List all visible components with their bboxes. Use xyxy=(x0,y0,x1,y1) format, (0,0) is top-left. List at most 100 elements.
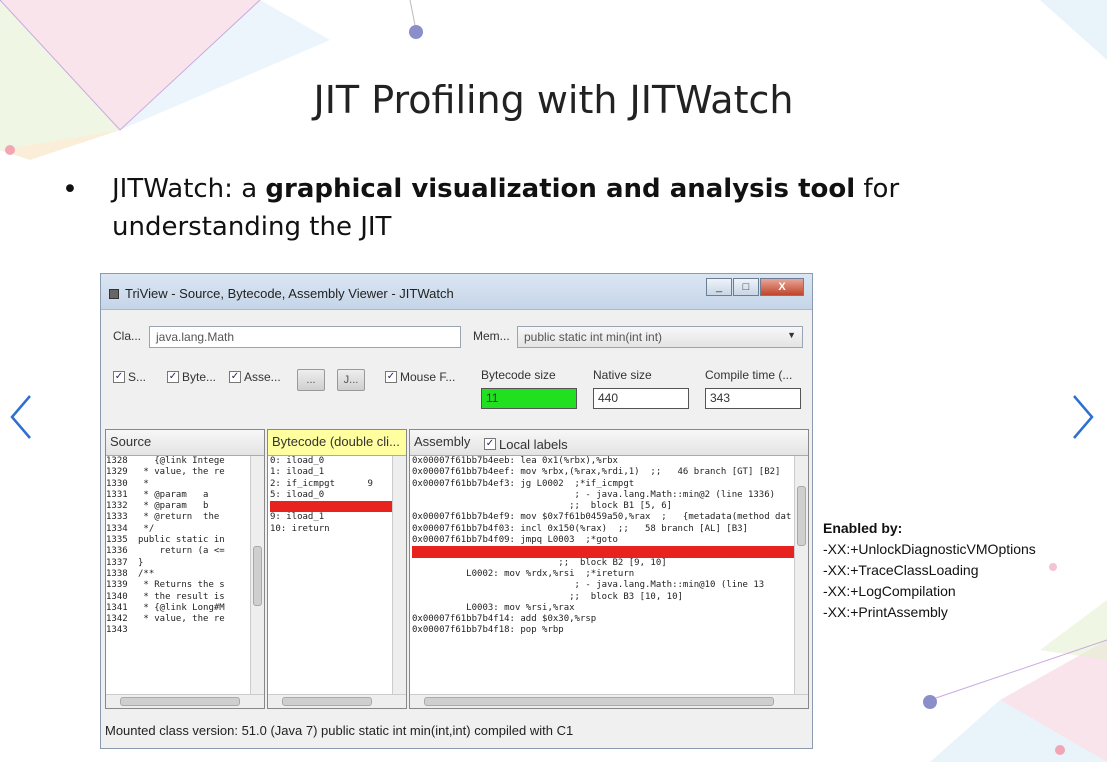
source-line[interactable]: * Returns the s xyxy=(138,580,250,591)
bytecode-line[interactable]: 1: iload_1 xyxy=(270,467,392,478)
source-pane[interactable]: Source 1328 1329 1330 1331 1332 1333 1334 1335 1… xyxy=(105,429,265,709)
class-field[interactable]: java.lang.Math xyxy=(149,326,461,348)
line-number[interactable]: 1338 xyxy=(106,569,134,580)
slide-title: JIT Profiling with JITWatch xyxy=(313,78,794,122)
close-button[interactable]: X xyxy=(760,278,804,296)
bytecode-pane[interactable]: Bytecode (double cli... 0: iload_0 1: ilo… xyxy=(267,429,407,709)
bytecode-vertical-scrollbar[interactable] xyxy=(392,456,406,694)
source-line[interactable]: * xyxy=(138,479,250,490)
window-title: TriView - Source, Bytecode, Assembly Vie… xyxy=(125,286,454,301)
native-size-value: 440 xyxy=(593,388,689,409)
app-icon xyxy=(109,289,119,299)
source-vertical-scrollbar[interactable] xyxy=(250,456,264,694)
assembly-line[interactable]: ; - java.lang.Math::min@10 (line 13 xyxy=(412,580,794,591)
bytecode-list[interactable]: 0: iload_0 1: iload_1 2: if_icmpgt 9 5: ilo… xyxy=(268,456,392,694)
assembly-pane[interactable]: Assembly ✓ Local labels 0x00007f61bb7b4e… xyxy=(409,429,809,709)
source-hscroll-thumb[interactable] xyxy=(120,697,240,706)
line-number[interactable]: 1339 xyxy=(106,580,134,591)
assembly-line[interactable]: ;; block B1 [5, 6] xyxy=(412,501,794,512)
line-number[interactable]: 1337 xyxy=(106,558,134,569)
source-line[interactable]: return (a <= xyxy=(138,546,250,557)
bytecode-line[interactable]: 10: ireturn xyxy=(270,524,392,535)
bytecode-line[interactable]: 0: iload_0 xyxy=(270,456,392,467)
checkbox-bytecode-box[interactable]: ✓ xyxy=(167,371,179,383)
assembly-line[interactable]: 0x00007f61bb7b4f18: pop %rbp xyxy=(412,625,794,636)
maximize-button[interactable]: □ xyxy=(733,278,759,296)
checkbox-mouse-follow-box[interactable]: ✓ xyxy=(385,371,397,383)
assembly-scroll-thumb[interactable] xyxy=(797,486,806,546)
line-number[interactable]: 1329 xyxy=(106,467,134,478)
local-labels-box[interactable]: ✓ xyxy=(483,438,496,450)
bytecode-line[interactable]: 2: if_icmpgt 9 xyxy=(270,479,392,490)
bytecode-hscroll-thumb[interactable] xyxy=(282,697,372,706)
source-line[interactable]: * {@link Long#M xyxy=(138,603,250,614)
source-line[interactable]: } xyxy=(138,558,250,569)
local-labels-checkbox[interactable]: ✓ Local labels xyxy=(483,437,568,452)
source-line[interactable]: /** xyxy=(138,569,250,580)
line-number[interactable]: 1336 xyxy=(106,546,134,557)
bytecode-horizontal-scrollbar[interactable] xyxy=(268,694,406,708)
previous-slide-icon[interactable] xyxy=(6,392,36,442)
source-line[interactable]: public static in xyxy=(138,535,250,546)
source-line[interactable]: * value, the re xyxy=(138,614,250,625)
assembly-line[interactable]: L0002: mov %rdx,%rsi ;*ireturn xyxy=(412,569,794,580)
source-code[interactable]: 1328 1329 1330 1331 1332 1333 1334 1335 1336 1337… xyxy=(106,456,250,694)
assembly-line[interactable]: ; - java.lang.Math::min@6 (line 1336) xyxy=(412,546,794,558)
source-line[interactable]: * value, the re xyxy=(138,467,250,478)
assembly-hscroll-thumb[interactable] xyxy=(424,697,774,706)
assembly-line[interactable]: L0003: mov %rsi,%rax xyxy=(412,603,794,614)
line-number[interactable]: 1330 xyxy=(106,479,134,490)
bytecode-line[interactable]: 6: goto xyxy=(270,501,392,513)
source-horizontal-scrollbar[interactable] xyxy=(106,694,264,708)
bytecode-size-label: Bytecode size xyxy=(481,368,556,382)
checkbox-source[interactable]: ✓ S... xyxy=(113,370,146,384)
line-number[interactable]: 1332 xyxy=(106,501,134,512)
source-scroll-thumb[interactable] xyxy=(253,546,262,606)
member-label: Mem... xyxy=(473,329,510,343)
line-number[interactable]: 1334 xyxy=(106,524,134,535)
member-select[interactable]: public static int min(int int) ▼ xyxy=(517,326,803,348)
assembly-line[interactable]: ;; block B3 [10, 10] xyxy=(412,592,794,603)
assembly-vertical-scrollbar[interactable] xyxy=(794,456,808,694)
assembly-line[interactable]: 0x00007f61bb7b4eef: mov %rbx,(%rax,%rdi,… xyxy=(412,467,794,478)
bytecode-line[interactable]: 5: iload_0 xyxy=(270,490,392,501)
source-line[interactable]: * @param b xyxy=(138,501,250,512)
bytecode-line[interactable]: 9: iload_1 xyxy=(270,512,392,523)
checkbox-assembly-box[interactable]: ✓ xyxy=(229,371,241,383)
bullet-text: JITWatch: a graphical visualization and … xyxy=(112,170,992,246)
assembly-line[interactable]: 0x00007f61bb7b4f09: jmpq L0003 ;*goto xyxy=(412,535,794,546)
checkbox-assembly[interactable]: ✓ Asse... xyxy=(229,370,281,384)
line-number[interactable]: 1328 xyxy=(106,456,134,467)
source-line[interactable]: * the result is xyxy=(138,592,250,603)
bytecode-size-value: 11 xyxy=(481,388,577,409)
line-number[interactable]: 1340 xyxy=(106,592,134,603)
assembly-line[interactable]: 0x00007f61bb7b4eeb: lea 0x1(%rbx),%rbx xyxy=(412,456,794,467)
checkbox-mouse-follow[interactable]: ✓ Mouse F... xyxy=(385,370,455,384)
assembly-code[interactable]: 0x00007f61bb7b4eeb: lea 0x1(%rbx),%rbx 0x… xyxy=(410,456,794,694)
line-number[interactable]: 1335 xyxy=(106,535,134,546)
source-line[interactable]: */ xyxy=(138,524,250,535)
toolbar-button-b[interactable]: J... xyxy=(337,369,365,391)
line-number[interactable]: 1331 xyxy=(106,490,134,501)
assembly-line[interactable]: ; - java.lang.Math::min@2 (line 1336) xyxy=(412,490,794,501)
line-number[interactable]: 1342 xyxy=(106,614,134,625)
assembly-line[interactable]: ;; block B2 [9, 10] xyxy=(412,558,794,569)
next-slide-icon[interactable] xyxy=(1068,392,1098,442)
class-label: Cla... xyxy=(113,329,142,343)
line-number[interactable]: 1341 xyxy=(106,603,134,614)
assembly-horizontal-scrollbar[interactable] xyxy=(410,694,808,708)
source-line[interactable]: * @param a xyxy=(138,490,250,501)
assembly-line[interactable]: 0x00007f61bb7b4f03: incl 0x150(%rax) ;; … xyxy=(412,524,794,535)
minimize-button[interactable]: _ xyxy=(706,278,732,296)
source-line[interactable]: * @return the xyxy=(138,512,250,523)
assembly-line[interactable]: 0x00007f61bb7b4ef9: mov $0x7f61b0459a50,… xyxy=(412,512,794,523)
title-bar: TriView - Source, Bytecode, Assembly Vie… xyxy=(101,274,812,310)
toolbar-button-a[interactable]: ... xyxy=(297,369,325,391)
line-number[interactable]: 1343 xyxy=(106,625,134,636)
assembly-line[interactable]: 0x00007f61bb7b4f14: add $0x30,%rsp xyxy=(412,614,794,625)
checkbox-bytecode[interactable]: ✓ Byte... xyxy=(167,370,216,384)
assembly-line[interactable]: 0x00007f61bb7b4ef3: jg L0002 ;*if_icmpgt xyxy=(412,479,794,490)
checkbox-source-box[interactable]: ✓ xyxy=(113,371,125,383)
source-line[interactable]: {@link Intege xyxy=(138,456,250,467)
line-number[interactable]: 1333 xyxy=(106,512,134,523)
